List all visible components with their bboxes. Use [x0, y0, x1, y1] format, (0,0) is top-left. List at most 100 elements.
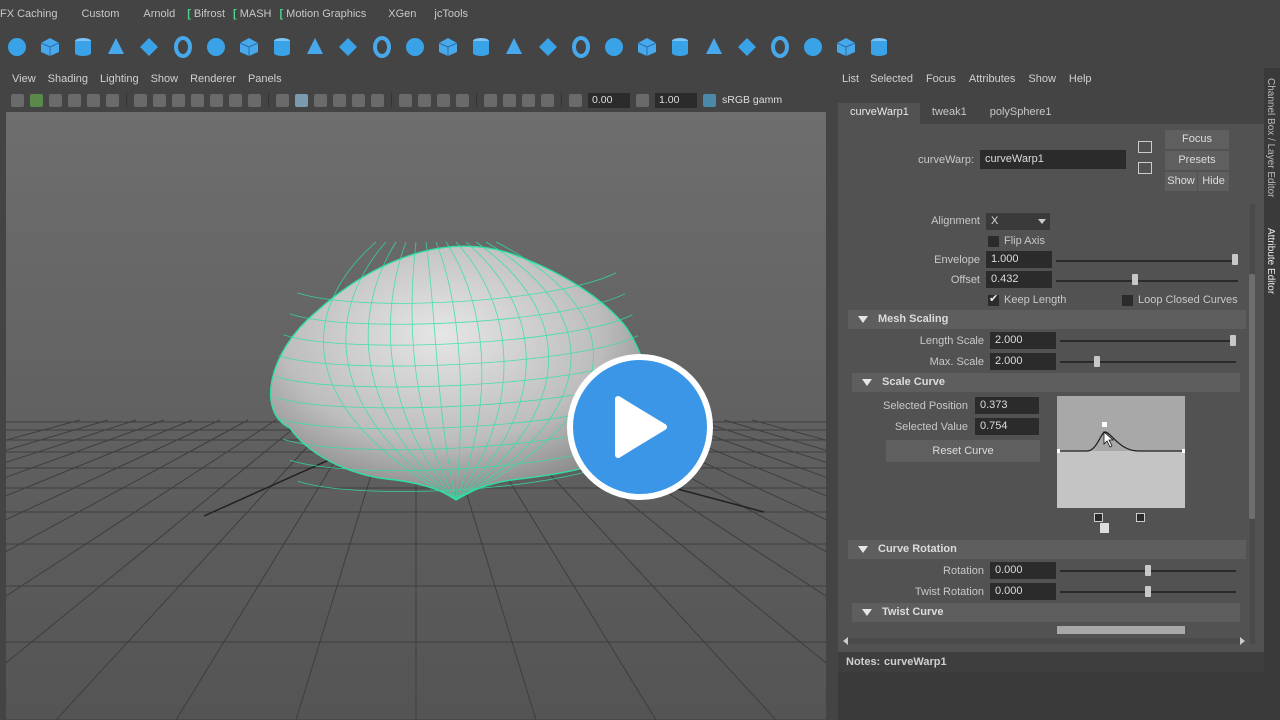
poly-platonic-icon[interactable] [336, 35, 360, 59]
xray-joints-icon[interactable] [522, 93, 535, 107]
viewport-menu-lighting[interactable]: Lighting [100, 73, 139, 85]
shelf-tab-fx-caching[interactable]: FX Caching [0, 0, 65, 28]
uv-editor-icon[interactable] [801, 35, 825, 59]
curve-rotation-frame-header[interactable]: Curve Rotation [848, 540, 1246, 559]
twist-curve-frame-header[interactable]: Twist Curve [852, 603, 1240, 622]
offset-slider-handle[interactable] [1132, 274, 1139, 285]
poly-soccer-icon[interactable] [303, 35, 327, 59]
notes-text-area[interactable] [838, 672, 1264, 720]
separate-icon[interactable] [668, 35, 692, 59]
safe-action-icon[interactable] [229, 93, 242, 107]
ramp-handle-icon[interactable] [1100, 523, 1109, 533]
film-gate-icon[interactable] [153, 93, 166, 107]
append-icon[interactable] [469, 35, 493, 59]
node-name-field[interactable]: curveWarp1 [980, 150, 1126, 169]
shelf-tab-custom[interactable]: Custom [73, 0, 127, 28]
rotation-slider-handle[interactable] [1145, 565, 1151, 576]
smooth-icon[interactable] [602, 35, 626, 59]
length-scale-field[interactable]: 2.000 [990, 332, 1056, 349]
poly-helix-icon[interactable] [237, 35, 261, 59]
grease-pencil-icon[interactable] [87, 93, 100, 107]
default-material-icon[interactable] [314, 93, 327, 107]
viewport-menu-show[interactable]: Show [151, 73, 179, 85]
scroll-right-icon[interactable] [1240, 637, 1245, 645]
combine-icon[interactable] [635, 35, 659, 59]
viewport-menu-renderer[interactable]: Renderer [190, 73, 236, 85]
bevel-icon[interactable] [436, 35, 460, 59]
show-button[interactable]: Show [1165, 172, 1197, 191]
flip-axis-checkbox[interactable] [988, 236, 999, 247]
xray-components-icon[interactable] [541, 93, 554, 107]
ae-scrollbar-thumb[interactable] [1249, 274, 1255, 519]
field-chart-icon[interactable] [210, 93, 223, 107]
mirror-icon[interactable] [702, 35, 726, 59]
length-scale-slider-handle[interactable] [1230, 335, 1236, 346]
reset-curve-button[interactable]: Reset Curve [886, 440, 1040, 462]
presets-button[interactable]: Presets [1165, 151, 1229, 170]
smooth-shade-icon[interactable] [295, 93, 308, 107]
twist-rotation-slider-handle[interactable] [1145, 586, 1151, 597]
twist-rotation-field[interactable]: 0.000 [990, 583, 1056, 600]
rotation-field[interactable]: 0.000 [990, 562, 1056, 579]
target-weld-icon[interactable] [569, 35, 593, 59]
poly-cone-icon[interactable] [104, 35, 128, 59]
tab-curvewarp1[interactable]: curveWarp1 [838, 103, 920, 124]
shelf-tab-xgen[interactable]: XGen [380, 0, 424, 28]
exposure-icon[interactable] [569, 93, 582, 107]
side-tab-channel-box[interactable]: Channel Box / Layer Editor [1265, 78, 1276, 198]
sculpt-icon[interactable] [834, 35, 858, 59]
side-tab-attribute-editor[interactable]: Attribute Editor [1265, 228, 1276, 294]
2d-pan-zoom-icon[interactable] [106, 93, 119, 107]
camera-icon[interactable] [11, 93, 24, 107]
ae-menu-help[interactable]: Help [1069, 73, 1092, 85]
twist-curve-graph[interactable] [1057, 626, 1185, 634]
boolean-icon[interactable] [502, 35, 526, 59]
select-output-icon[interactable] [1138, 162, 1152, 174]
video-play-button[interactable] [567, 354, 713, 500]
textured-icon[interactable] [333, 93, 346, 107]
poly-pipe-icon[interactable] [204, 35, 228, 59]
selected-value-field[interactable]: 0.754 [975, 418, 1039, 435]
poly-cube-icon[interactable] [38, 35, 62, 59]
offset-field[interactable]: 0.432 [986, 271, 1052, 288]
poly-plane-icon[interactable] [137, 35, 161, 59]
envelope-slider-handle[interactable] [1232, 254, 1238, 265]
nurbs-sphere-icon[interactable] [5, 35, 29, 59]
crease-icon[interactable] [867, 35, 891, 59]
ae-menu-show[interactable]: Show [1028, 73, 1056, 85]
gamma-icon[interactable] [636, 93, 649, 107]
quad-draw-icon[interactable] [768, 35, 792, 59]
shelf-tab-jctools[interactable]: jcTools [426, 0, 476, 28]
gamma-field[interactable]: 1.00 [655, 92, 697, 108]
exposure-field[interactable]: 0.00 [588, 92, 630, 108]
xray-icon[interactable] [503, 93, 516, 107]
tab-polysphere1[interactable]: polySphere1 [978, 103, 1063, 124]
hide-button[interactable]: Hide [1198, 172, 1229, 191]
offset-slider[interactable] [1056, 280, 1238, 282]
shelf-tab-arnold[interactable]: Arnold [135, 0, 183, 28]
select-input-icon[interactable] [1138, 141, 1152, 153]
extrude-icon[interactable] [370, 35, 394, 59]
bookmark-icon[interactable] [49, 93, 62, 107]
ambient-occlusion-icon[interactable] [399, 93, 412, 107]
delete-key-icon[interactable] [1094, 513, 1103, 522]
ae-menu-focus[interactable]: Focus [926, 73, 956, 85]
shelf-tab-motion-graphics[interactable]: Motion Graphics [280, 0, 375, 28]
motion-blur-icon[interactable] [418, 93, 431, 107]
bend-icon[interactable] [735, 35, 759, 59]
max-scale-slider[interactable] [1060, 361, 1236, 363]
length-scale-slider[interactable] [1060, 340, 1236, 342]
lights-icon[interactable] [352, 93, 365, 107]
ae-menu-selected[interactable]: Selected [870, 73, 913, 85]
envelope-field[interactable]: 1.000 [986, 251, 1052, 268]
poly-gear-icon[interactable] [270, 35, 294, 59]
delete-key-icon[interactable] [1136, 513, 1145, 522]
viewport-menu-view[interactable]: View [12, 73, 36, 85]
viewport-menu-shading[interactable]: Shading [48, 73, 88, 85]
bridge-icon[interactable] [403, 35, 427, 59]
poly-cylinder-icon[interactable] [71, 35, 95, 59]
camera-lock-icon[interactable] [30, 93, 43, 107]
focus-button[interactable]: Focus [1165, 130, 1229, 149]
poly-torus-icon[interactable] [171, 35, 195, 59]
scale-curve-graph[interactable] [1056, 396, 1186, 508]
